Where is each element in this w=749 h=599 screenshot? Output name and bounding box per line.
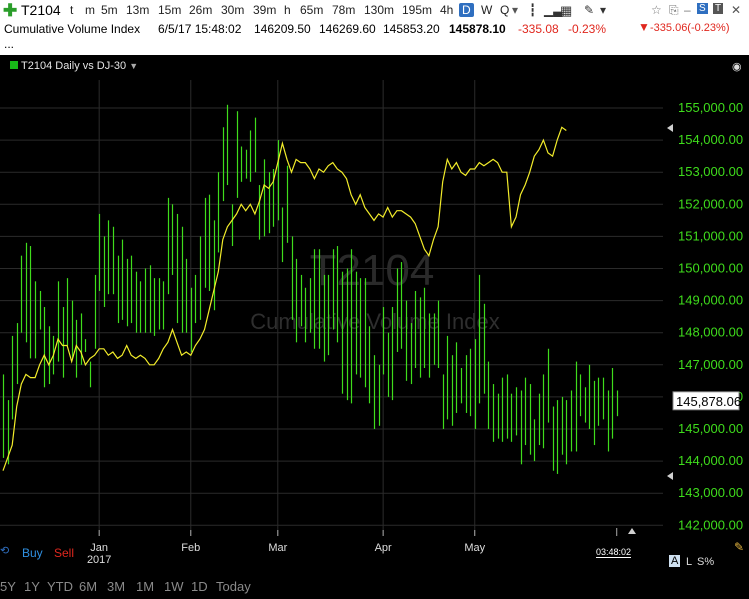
bar-datetime: 6/5/17 15:48:02 [158, 22, 242, 36]
timeframe-195m[interactable]: 195m [402, 3, 432, 17]
y-tick-label: 152,000.00 [678, 196, 743, 211]
dj30-line [2, 126, 567, 471]
range-5y[interactable]: 5Y [0, 579, 16, 594]
timeframe-130m[interactable]: 130m [364, 3, 394, 17]
timeframe-26m[interactable]: 26m [189, 3, 212, 17]
chevron-down-icon[interactable]: ▼ [129, 61, 138, 71]
add-icon[interactable]: ✚ [3, 2, 17, 19]
share-icon[interactable]: S [697, 3, 708, 14]
y-tick-label: 147,000.00 [678, 357, 743, 372]
range-1w[interactable]: 1W [164, 579, 184, 594]
timeframe-4h[interactable]: 4h [440, 3, 453, 17]
bar-high: 146269.60 [319, 22, 376, 36]
options-menu-icon[interactable]: ▾ [600, 3, 606, 17]
info-bar: Cumulative Volume Index 6/5/17 15:48:02 … [0, 20, 749, 55]
legend[interactable]: T2104 Daily vs DJ-30 ▼ [10, 60, 138, 72]
y-tick-label: 143,000.00 [678, 485, 743, 500]
chart-canvas[interactable]: T2104 Cumulative Volume Index 155,000.00… [0, 55, 749, 599]
y-tick-label: 150,000.00 [678, 261, 743, 276]
timeframe-65m[interactable]: 65m [300, 3, 323, 17]
sell-button[interactable]: Sell [54, 546, 74, 560]
x-tick-label: Feb [181, 542, 200, 554]
legend-text: T2104 Daily vs DJ-30 [21, 60, 127, 72]
x-tick-label: May [464, 542, 485, 554]
symbol-label[interactable]: T2104 [21, 2, 61, 18]
low-marker-icon [667, 472, 673, 480]
timeframe-q[interactable]: Q [500, 3, 509, 17]
range-ytd[interactable]: YTD [47, 579, 73, 594]
x-tick-year: 2017 [87, 554, 111, 566]
range-6m[interactable]: 6M [79, 579, 97, 594]
calculator-icon[interactable]: ▦ [560, 3, 572, 19]
x-tick-label: Apr [375, 542, 392, 554]
y-tick-label: 148,000.00 [678, 325, 743, 340]
timeframe-w[interactable]: W [481, 3, 492, 17]
range-1m[interactable]: 1M [136, 579, 154, 594]
timeframe-30m[interactable]: 30m [221, 3, 244, 17]
y-tick-label: 145,000.00 [678, 421, 743, 436]
bar-last: 145878.10 [449, 22, 506, 36]
timeframe-78m[interactable]: 78m [332, 3, 355, 17]
y-tick-label: 153,000.00 [678, 164, 743, 179]
arrow-down-icon: ▼ [638, 20, 650, 34]
star-icon[interactable]: ☆ [651, 3, 662, 17]
range-1y[interactable]: 1Y [24, 579, 40, 594]
log-scale-button[interactable]: L [686, 556, 692, 568]
y-tick-label: 142,000.00 [678, 517, 743, 532]
link-icon[interactable]: ⎘ [669, 3, 679, 18]
range-1d[interactable]: 1D [191, 579, 208, 594]
timeframe-d[interactable]: D [459, 3, 474, 17]
y-tick-label: 151,000.00 [678, 228, 743, 243]
close-icon[interactable]: ✕ [731, 3, 741, 17]
range-today[interactable]: Today [216, 579, 251, 594]
bar-low: 145853.20 [383, 22, 440, 36]
info-ellipsis: ... [4, 37, 15, 51]
y-tick-label: 155,000.00 [678, 100, 743, 115]
minimize-icon[interactable]: – [684, 3, 691, 17]
dj30-marker-icon [667, 124, 673, 132]
right-change: -335.06(-0.23%) [650, 22, 730, 34]
toolbar: ✚ T2104 t m 5m 13m 15m 26m 30m 39m h 65m… [0, 0, 749, 22]
scroll-up-icon[interactable] [628, 528, 636, 534]
bar-change-pct: -0.23% [568, 22, 607, 36]
y-tick-label: 144,000.00 [678, 453, 743, 468]
y-tick-label: 154,000.00 [678, 132, 743, 147]
bar-style-icon[interactable]: ┇ [529, 3, 536, 17]
draw-pencil-icon[interactable]: ✎ [584, 3, 594, 17]
buy-button[interactable]: Buy [22, 546, 43, 560]
range-3m[interactable]: 3M [107, 579, 125, 594]
auto-scale-button[interactable]: A [669, 555, 681, 567]
refresh-icon[interactable]: ⟲ [0, 544, 9, 557]
percent-scale-button[interactable]: S% [697, 556, 714, 568]
timeframe-t[interactable]: t [70, 3, 73, 17]
watermark-name: Cumulative Volume Index [250, 309, 499, 334]
indicator-name: Cumulative Volume Index [4, 22, 141, 36]
legend-swatch [10, 61, 18, 69]
y-tick-label: 149,000.00 [678, 293, 743, 308]
timeframe-m[interactable]: m [85, 3, 95, 17]
chevron-down-icon[interactable]: ▾ [512, 3, 518, 17]
timeframe-39m[interactable]: 39m [253, 3, 276, 17]
bar-open: 146209.50 [254, 22, 311, 36]
timeframe-15m[interactable]: 15m [158, 3, 181, 17]
palette-icon[interactable]: ◉ [732, 60, 742, 73]
last-value-label: 145,878.06 [676, 394, 741, 409]
timeframe-13m[interactable]: 13m [126, 3, 149, 17]
edit-icon[interactable]: ✎ [734, 540, 744, 554]
template-icon[interactable]: T [713, 3, 724, 14]
x-tick-label: Jan [90, 542, 108, 554]
bar-change: -335.08 [518, 22, 559, 36]
time-label: 03:48:02 [596, 547, 632, 558]
timeframe-h[interactable]: h [284, 3, 291, 17]
x-tick-label: Mar [268, 542, 287, 554]
timeframe-5m[interactable]: 5m [101, 3, 118, 17]
